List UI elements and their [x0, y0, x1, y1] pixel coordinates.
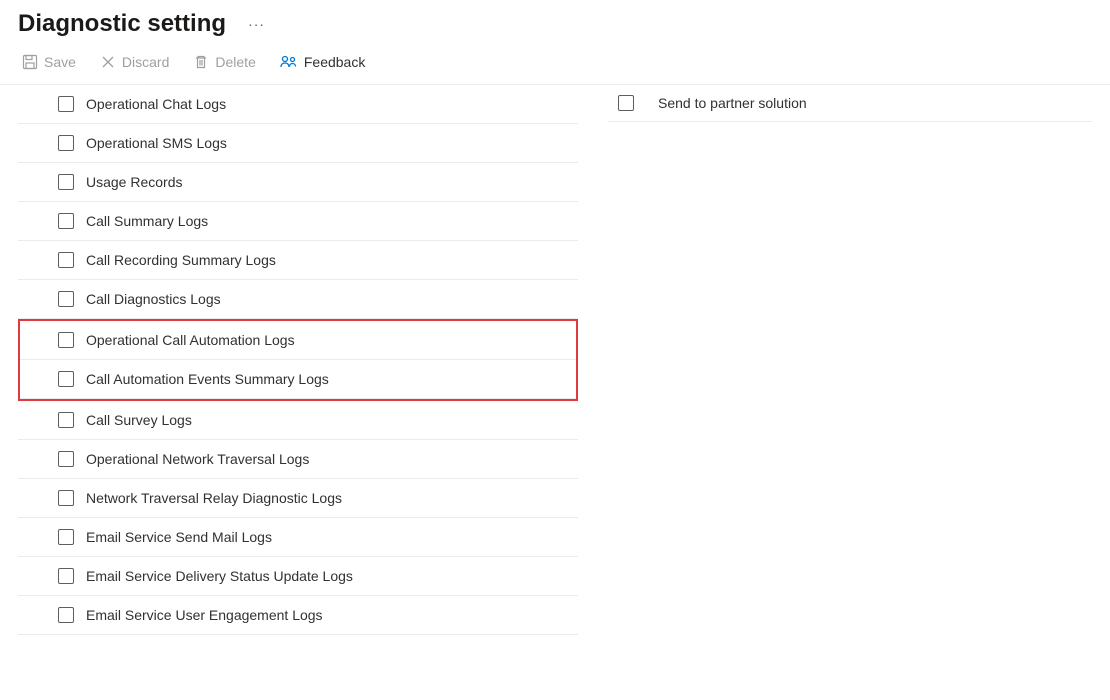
checkbox[interactable] — [58, 213, 74, 229]
log-label: Call Summary Logs — [86, 213, 208, 229]
log-row[interactable]: Operational SMS Logs — [18, 124, 578, 163]
log-row[interactable]: Network Traversal Relay Diagnostic Logs — [18, 479, 578, 518]
checkbox[interactable] — [58, 252, 74, 268]
log-label: Call Survey Logs — [86, 412, 192, 428]
log-row[interactable]: Email Service Send Mail Logs — [18, 518, 578, 557]
logs-column: Operational Chat Logs Operational SMS Log… — [18, 85, 578, 635]
log-row[interactable]: Operational Chat Logs — [18, 85, 578, 124]
log-row[interactable]: Call Survey Logs — [18, 401, 578, 440]
checkbox-partner-solution[interactable] — [618, 95, 634, 111]
log-label: Call Diagnostics Logs — [86, 291, 221, 307]
log-label: Operational Chat Logs — [86, 96, 226, 112]
feedback-label: Feedback — [304, 54, 365, 70]
discard-label: Discard — [122, 54, 169, 70]
log-row[interactable]: Operational Network Traversal Logs — [18, 440, 578, 479]
log-label: Usage Records — [86, 174, 183, 190]
checkbox[interactable] — [58, 291, 74, 307]
log-row[interactable]: Operational Call Automation Logs — [20, 321, 576, 360]
destinations-column: Send to partner solution — [608, 85, 1092, 635]
checkbox[interactable] — [58, 96, 74, 112]
checkbox[interactable] — [58, 174, 74, 190]
destination-row[interactable]: Send to partner solution — [608, 85, 1092, 122]
delete-label: Delete — [215, 54, 255, 70]
more-icon[interactable]: ··· — [248, 16, 265, 32]
log-row[interactable]: Email Service User Engagement Logs — [18, 596, 578, 635]
log-label: Operational Call Automation Logs — [86, 332, 295, 348]
page-title: Diagnostic setting — [18, 10, 226, 38]
destination-label: Send to partner solution — [658, 95, 807, 111]
log-label: Email Service User Engagement Logs — [86, 607, 323, 623]
save-button[interactable]: Save — [18, 50, 80, 74]
checkbox[interactable] — [58, 529, 74, 545]
delete-button[interactable]: Delete — [189, 50, 259, 74]
save-label: Save — [44, 54, 76, 70]
checkbox[interactable] — [58, 332, 74, 348]
close-icon — [100, 54, 116, 70]
log-row[interactable]: Call Automation Events Summary Logs — [20, 360, 576, 399]
highlight-box: Operational Call Automation Logs Call Aut… — [18, 319, 578, 401]
checkbox[interactable] — [58, 135, 74, 151]
log-label: Email Service Send Mail Logs — [86, 529, 272, 545]
log-list: Operational Chat Logs Operational SMS Log… — [18, 85, 578, 635]
log-label: Call Automation Events Summary Logs — [86, 371, 329, 387]
toolbar: Save Discard Delete Feedback — [0, 44, 1110, 85]
trash-icon — [193, 54, 209, 70]
log-label: Call Recording Summary Logs — [86, 252, 276, 268]
page-header: Diagnostic setting ··· — [0, 0, 1110, 44]
log-label: Operational Network Traversal Logs — [86, 451, 309, 467]
discard-button[interactable]: Discard — [96, 50, 173, 74]
content-area: Operational Chat Logs Operational SMS Log… — [0, 85, 1110, 635]
save-icon — [22, 54, 38, 70]
log-label: Email Service Delivery Status Update Log… — [86, 568, 353, 584]
checkbox[interactable] — [58, 371, 74, 387]
checkbox[interactable] — [58, 451, 74, 467]
log-label: Operational SMS Logs — [86, 135, 227, 151]
log-row[interactable]: Call Recording Summary Logs — [18, 241, 578, 280]
checkbox[interactable] — [58, 490, 74, 506]
checkbox[interactable] — [58, 568, 74, 584]
log-row[interactable]: Email Service Delivery Status Update Log… — [18, 557, 578, 596]
log-row[interactable]: Call Summary Logs — [18, 202, 578, 241]
feedback-button[interactable]: Feedback — [276, 50, 369, 74]
log-row[interactable]: Usage Records — [18, 163, 578, 202]
checkbox[interactable] — [58, 607, 74, 623]
checkbox[interactable] — [58, 412, 74, 428]
feedback-icon — [280, 54, 298, 70]
log-row[interactable]: Call Diagnostics Logs — [18, 280, 578, 319]
log-label: Network Traversal Relay Diagnostic Logs — [86, 490, 342, 506]
